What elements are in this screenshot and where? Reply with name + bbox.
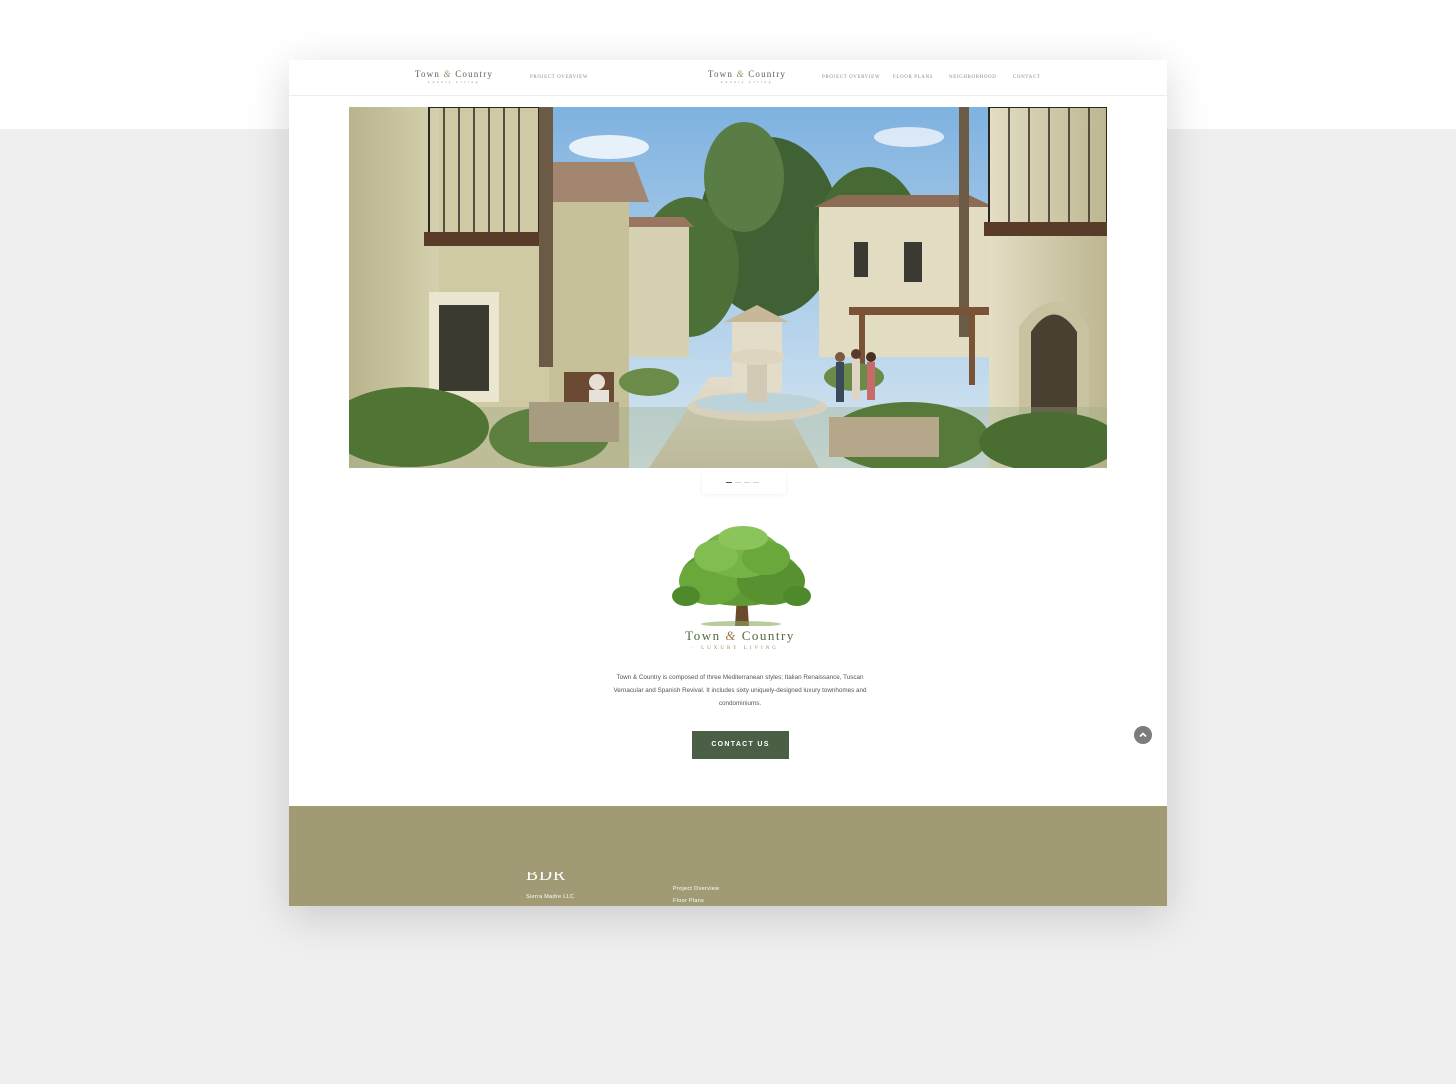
secondary-logo-tagline: · Luxury Living · <box>421 80 487 84</box>
secondary-logo[interactable]: Town & Country · Luxury Living · <box>406 69 502 84</box>
nav-link-floor-plans[interactable]: Floor Plans <box>893 75 933 80</box>
footer-brand: BDR <box>526 872 566 881</box>
hero-slideshow[interactable] <box>349 107 1107 468</box>
chevron-up-icon <box>1139 732 1147 738</box>
secondary-logo-title: Town & Country <box>414 69 494 79</box>
brand-title: Town & Country <box>685 628 795 643</box>
oak-tree-logo-icon <box>672 526 811 626</box>
intro-description: Town & Country is composed of three Medi… <box>613 674 867 707</box>
slide-dot-2[interactable] <box>735 482 741 483</box>
footer-link-floor-plans[interactable]: Floor Plans <box>673 898 704 904</box>
slide-dot-3[interactable] <box>744 482 750 483</box>
slideshow-pagination <box>702 472 786 494</box>
site-header: Town & Country · Luxury Living · Project… <box>289 60 1167 96</box>
slide-dot-1[interactable] <box>726 482 732 483</box>
nav-link-project-overview[interactable]: Project Overview <box>822 75 880 80</box>
site-footer: BDR Sierra Madre LLC Project Overview Fl… <box>289 806 1167 906</box>
brand-tagline: · LUXURY LIVING · <box>692 646 788 651</box>
slide-dot-4[interactable] <box>753 482 759 483</box>
nav-link-project-overview-left[interactable]: Project Overview <box>530 75 588 80</box>
main-logo-tagline: · Luxury Living · <box>714 80 780 84</box>
nav-link-neighborhood[interactable]: Neighborhood <box>949 75 996 80</box>
main-logo[interactable]: Town & Country · Luxury Living · <box>699 69 795 84</box>
website-mockup: Town & Country · Luxury Living · Project… <box>289 60 1167 906</box>
scroll-to-top-button[interactable] <box>1134 726 1152 744</box>
courtyard-rendering-image <box>349 107 1107 468</box>
contact-us-button[interactable]: CONTACT US <box>692 731 789 759</box>
footer-link-project-overview[interactable]: Project Overview <box>673 886 719 892</box>
footer-company: Sierra Madre LLC <box>526 894 575 900</box>
nav-link-contact[interactable]: Contact <box>1013 75 1040 80</box>
main-logo-title: Town & Country <box>707 69 787 79</box>
